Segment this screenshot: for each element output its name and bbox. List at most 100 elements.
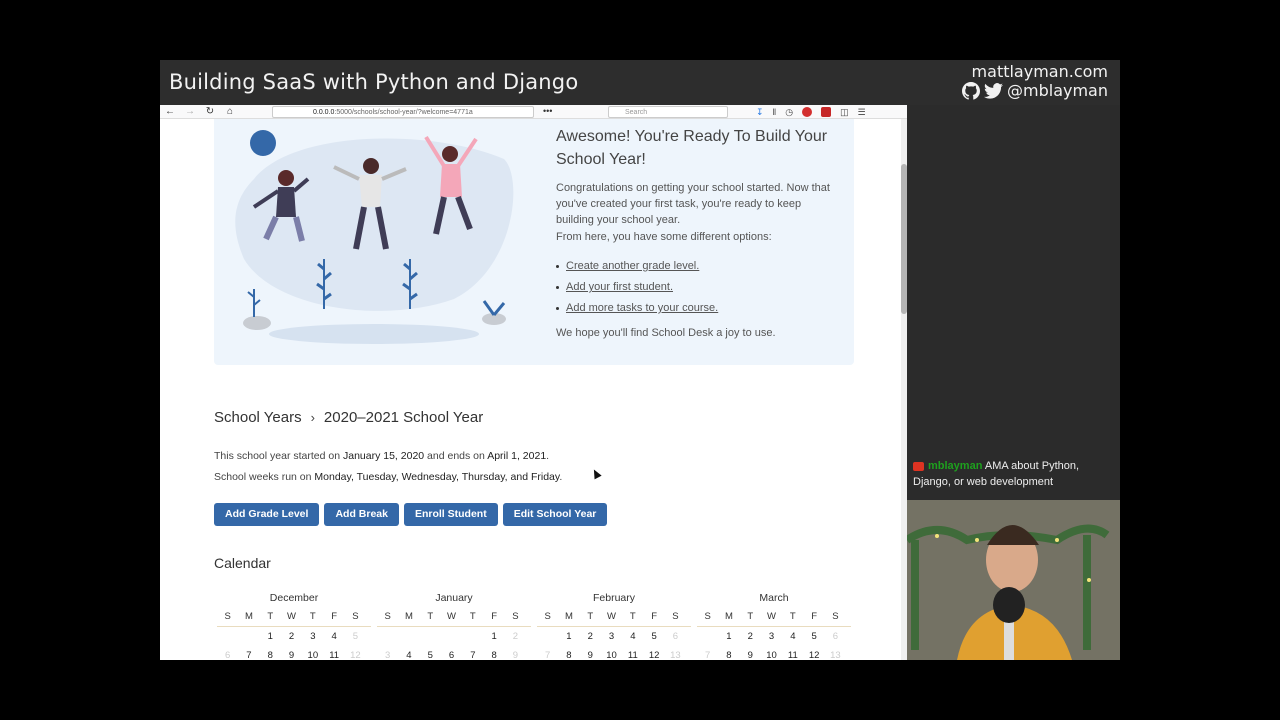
breadcrumb: School Years › 2020–2021 School Year: [214, 409, 483, 426]
calendar-week: 7 8 9 10 11 12 13: [697, 646, 851, 660]
calendar-day: 7: [705, 650, 711, 660]
list-item: Add your first student.: [556, 277, 718, 298]
page-actions-icon[interactable]: •••: [543, 105, 552, 117]
calendar-day: 12: [648, 650, 660, 660]
url-host: 0.0.0.0: [313, 109, 335, 116]
calendar-day: 10: [606, 650, 617, 660]
stream-header: Building SaaS with Python and Django mat…: [160, 60, 1120, 105]
weekday-label: T: [629, 611, 636, 622]
calendar-day: 8: [726, 650, 732, 660]
weekday-label: T: [309, 611, 316, 622]
welcome-options-list: Create another grade level. Add your fir…: [556, 256, 718, 319]
welcome-closing: We hope you'll find School Desk a joy to…: [556, 327, 776, 339]
calendar-day: 8: [566, 650, 572, 660]
add-break-button[interactable]: Add Break: [324, 503, 399, 526]
info-text: and ends on: [424, 450, 488, 462]
weekday-label: S: [512, 611, 519, 622]
calendar-week: 12: [377, 627, 531, 646]
calendar-day: 9: [512, 650, 519, 660]
calendar-day: 2: [587, 631, 593, 642]
calendar-day: 2: [288, 631, 295, 642]
start-date: January 15, 2020: [342, 450, 425, 462]
action-buttons: Add Grade Level Add Break Enroll Student…: [214, 503, 608, 526]
weekday-label: S: [544, 611, 551, 622]
info-text: School weeks run on: [214, 471, 315, 483]
calendar-week: 3 4 5 6 7 8 9: [377, 646, 531, 660]
weekday-label: S: [384, 611, 391, 622]
add-student-link[interactable]: Add your first student.: [566, 281, 673, 293]
scrollbar-thumb[interactable]: [901, 164, 907, 314]
month-name: February: [592, 592, 635, 604]
page-content: Awesome! You're Ready To Build Your Scho…: [160, 119, 901, 660]
extension-icon[interactable]: [821, 107, 832, 117]
breadcrumb-current: 2020–2021 School Year: [323, 409, 484, 426]
stream-frame: Building SaaS with Python and Django mat…: [160, 60, 1120, 660]
weekday-header: SMTWTFS: [377, 607, 531, 627]
weekday-label: T: [267, 611, 274, 622]
weekday-header: SMTWTFS: [217, 607, 371, 627]
month-name: January: [435, 592, 473, 604]
calendar-day: 9: [587, 650, 593, 660]
reload-icon[interactable]: ↻: [200, 105, 220, 119]
calendar-day: 9: [747, 650, 753, 660]
webcam-feed: [907, 500, 1120, 660]
browser-window: ← → ↻ ⌂ 0.0.0.0:5000/schools/school-year…: [160, 105, 907, 660]
calendar-month: March S M T W T F S 1 2 3 4 5 6 7 8 9 10 11 12 13: [694, 589, 854, 660]
add-tasks-link[interactable]: Add more tasks to your course.: [566, 302, 718, 314]
ublock-icon[interactable]: [802, 107, 813, 117]
url-bar[interactable]: 0.0.0.0:5000/schools/school-year/?welcom…: [272, 106, 534, 118]
calendar-day: 3: [768, 631, 775, 642]
calendar-day: 3: [310, 631, 316, 642]
enroll-student-button[interactable]: Enroll Student: [403, 503, 498, 526]
end-date: April 1, 2021: [487, 450, 547, 462]
calendar-week: 1 2 3 4 5 6: [697, 627, 851, 646]
download-icon[interactable]: ↧: [756, 107, 764, 118]
weekday-label: T: [469, 611, 476, 622]
history-icon[interactable]: ◷: [785, 107, 793, 118]
breadcrumb-school-years[interactable]: School Years: [214, 409, 302, 426]
menu-icon[interactable]: ☰: [858, 107, 866, 118]
month-name: December: [269, 592, 319, 604]
weekday-label: F: [491, 611, 498, 622]
week-days: Monday, Tuesday, Wednesday, Thursday, an…: [314, 471, 560, 483]
weekday-label: T: [587, 611, 594, 622]
add-grade-level-button[interactable]: Add Grade Level: [214, 503, 320, 526]
create-grade-level-link[interactable]: Create another grade level.: [566, 260, 699, 272]
calendar-day: 8: [491, 650, 497, 660]
weekday-label: M: [724, 611, 733, 622]
mouse-cursor: [590, 467, 602, 480]
back-icon[interactable]: ←: [160, 105, 180, 119]
calendar: December S M T W T F S 1 2 3 4 5 6 7 8 9 10 11 12 January S M T…: [214, 589, 854, 660]
calendar-day: 10: [307, 650, 319, 660]
edit-school-year-button[interactable]: Edit School Year: [502, 503, 608, 526]
url-path: :5000/schools/school-year/?welcome=4771a: [334, 109, 473, 116]
twitter-icon: [984, 82, 1003, 99]
broadcaster-icon: [913, 461, 924, 471]
weekday-label: T: [747, 611, 754, 622]
calendar-day: 2: [747, 631, 753, 642]
calendar-month: December S M T W T F S 1 2 3 4 5 6 7 8 9 10 11 12: [214, 589, 374, 660]
info-text: .: [559, 471, 563, 483]
weekday-header: SMTWTFS: [537, 607, 691, 627]
stream-social: @mblayman: [962, 81, 1108, 100]
calendar-month: January S M T W T F S 1 2 3 4 5 6 7 8 9: [374, 589, 534, 660]
sidebar-icon[interactable]: ◫: [840, 107, 849, 118]
weekday-label: S: [224, 611, 231, 622]
calendar-day: 13: [670, 650, 681, 660]
weekday-label: F: [811, 611, 818, 622]
calendar-day: 6: [225, 650, 231, 660]
calendar-day: 5: [811, 631, 817, 642]
weekday-label: W: [447, 611, 457, 622]
home-icon[interactable]: ⌂: [220, 105, 240, 119]
weekday-label: W: [287, 611, 297, 622]
calendar-week: 1 2 3 4 5: [217, 627, 371, 646]
forward-icon[interactable]: →: [180, 105, 200, 119]
calendar-day: 7: [470, 650, 476, 660]
browser-toolbar: ← → ↻ ⌂ 0.0.0.0:5000/schools/school-year…: [160, 105, 907, 119]
search-input[interactable]: Search: [608, 106, 728, 118]
calendar-day: 5: [651, 631, 657, 642]
welcome-title: Awesome! You're Ready To Build Your Scho…: [556, 128, 828, 168]
library-icon[interactable]: ‖: [773, 107, 777, 117]
weekday-label: W: [607, 611, 617, 622]
weekday-label: M: [244, 611, 253, 622]
